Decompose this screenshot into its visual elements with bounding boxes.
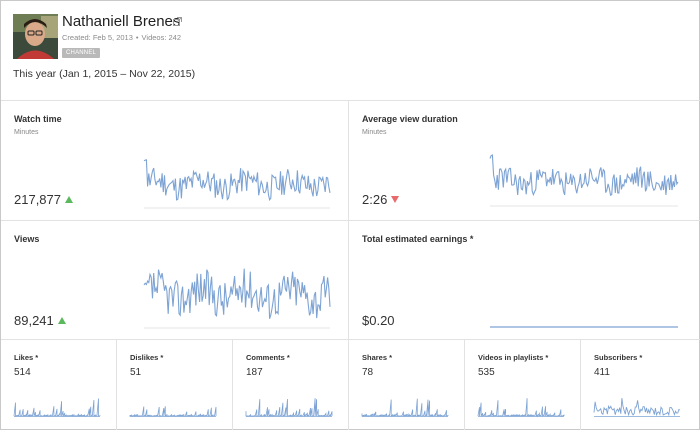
- metric-unit: Minutes: [14, 129, 39, 136]
- chart-series-line: [361, 398, 449, 418]
- sparkline-chart: [489, 154, 679, 207]
- channel-meta: Created: Feb 5, 2013 • Videos: 242: [62, 33, 181, 42]
- sparkline-chart: [490, 326, 678, 328]
- metric-card-videos-in-playlists[interactable]: Videos in playlists * 535: [477, 353, 573, 423]
- chart-series-line: [143, 159, 331, 202]
- metric-card-shares[interactable]: Shares * 78: [361, 353, 457, 423]
- metric-value: 217,877: [14, 192, 73, 207]
- avg-view-duration-sparkline: [489, 142, 679, 207]
- metric-unit: Minutes: [362, 129, 387, 136]
- chart-series-line: [129, 406, 217, 418]
- metric-value: 187: [246, 367, 263, 378]
- divider: [1, 339, 700, 340]
- analytics-overview: Nathaniell Brenes Created: Feb 5, 2013 • V…: [0, 0, 700, 430]
- metric-title: Shares *: [362, 353, 393, 362]
- divider: [1, 220, 700, 221]
- sparkline-chart: [13, 398, 101, 418]
- trend-down-icon: [391, 196, 400, 203]
- channel-created: Created: Feb 5, 2013: [62, 33, 133, 42]
- metric-value: 89,241: [14, 313, 66, 328]
- channel-video-count: Videos: 242: [141, 33, 182, 42]
- metric-card-avg-view-duration[interactable]: Average view duration Minutes 2:26: [362, 114, 682, 214]
- divider: [348, 100, 349, 340]
- metric-card-views[interactable]: Views 89,241: [14, 234, 334, 334]
- sparkline-chart: [477, 398, 565, 418]
- metric-title: Watch time: [14, 114, 62, 124]
- metric-card-comments[interactable]: Comments * 187: [245, 353, 341, 423]
- chart-series-line: [143, 268, 331, 319]
- divider: [116, 339, 117, 430]
- divider: [1, 100, 700, 101]
- metric-card-subscribers[interactable]: Subscribers * 411: [593, 353, 689, 423]
- sparkline-chart: [143, 159, 331, 209]
- sparkline-chart: [129, 406, 217, 418]
- channel-badge: CHANNEL: [62, 48, 101, 58]
- metric-value: 514: [14, 367, 31, 378]
- metric-title: Subscribers *: [594, 353, 643, 362]
- likes-sparkline: [13, 397, 101, 418]
- earnings-sparkline: [490, 319, 678, 329]
- trend-up-icon: [57, 317, 66, 324]
- metric-title: Total estimated earnings *: [362, 234, 474, 244]
- metric-title: Average view duration: [362, 114, 458, 124]
- sparkline-chart: [245, 398, 333, 418]
- metric-value: 535: [478, 367, 495, 378]
- metric-title: Likes *: [14, 353, 39, 362]
- sparkline-chart: [593, 398, 681, 417]
- chart-series-line: [489, 154, 679, 197]
- playlists-sparkline: [477, 397, 565, 418]
- metric-value: 411: [594, 367, 610, 378]
- sparkline-chart: [361, 398, 449, 418]
- metric-value: $0.20: [362, 313, 395, 328]
- chart-series-line: [245, 398, 333, 418]
- metric-title: Views: [14, 234, 40, 244]
- dislikes-sparkline: [129, 397, 217, 418]
- watch-time-sparkline: [143, 154, 331, 209]
- metric-value: 78: [362, 367, 374, 378]
- sparkline-chart: [143, 268, 331, 329]
- avatar-photo: [13, 14, 58, 59]
- external-link-icon[interactable]: [173, 17, 182, 26]
- channel-avatar[interactable]: [13, 14, 58, 59]
- metric-value: 2:26: [362, 192, 400, 207]
- chart-series-line: [13, 398, 101, 418]
- divider: [464, 339, 465, 430]
- metric-card-dislikes[interactable]: Dislikes * 51: [129, 353, 225, 423]
- metric-value: 51: [130, 367, 142, 378]
- date-range[interactable]: This year (Jan 1, 2015 – Nov 22, 2015): [13, 68, 195, 80]
- channel-name[interactable]: Nathaniell Brenes: [62, 13, 180, 30]
- shares-sparkline: [361, 397, 449, 418]
- metric-title: Videos in playlists *: [478, 353, 549, 362]
- metric-title: Dislikes *: [130, 353, 164, 362]
- subscribers-sparkline: [593, 397, 681, 417]
- metric-card-likes[interactable]: Likes * 514: [13, 353, 109, 423]
- chart-series-line: [593, 398, 681, 417]
- metric-card-earnings[interactable]: Total estimated earnings * $0.20: [362, 234, 682, 334]
- divider: [348, 339, 349, 430]
- divider: [580, 339, 581, 430]
- metric-card-watch-time[interactable]: Watch time Minutes 217,877: [14, 114, 334, 214]
- chart-series-line: [477, 398, 565, 418]
- comments-sparkline: [245, 397, 333, 418]
- trend-up-icon: [65, 196, 73, 203]
- divider: [232, 339, 233, 430]
- metric-title: Comments *: [246, 353, 290, 362]
- views-sparkline: [143, 264, 331, 329]
- meta-separator: •: [135, 33, 139, 42]
